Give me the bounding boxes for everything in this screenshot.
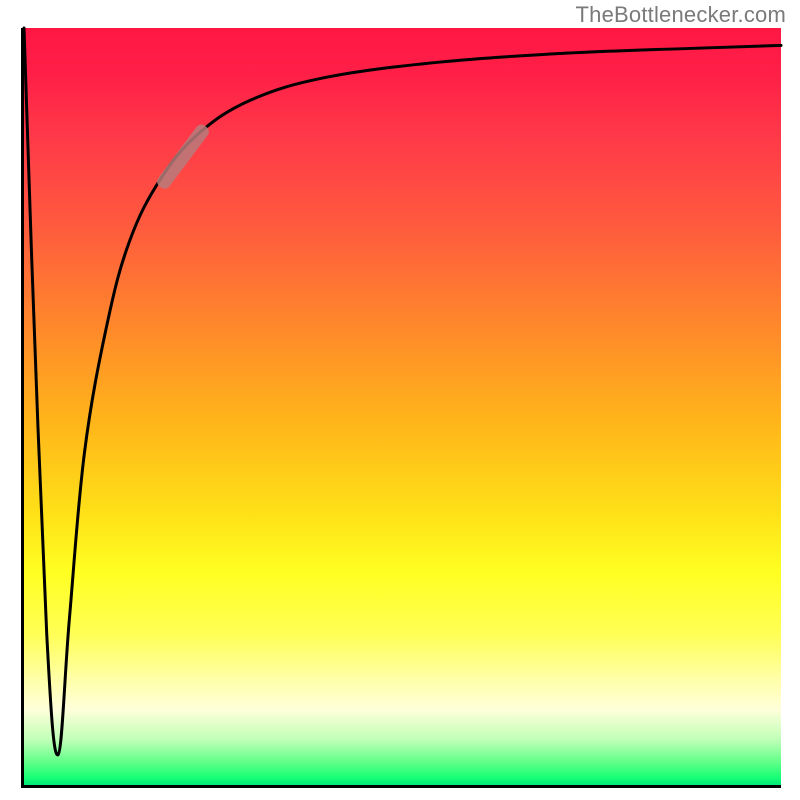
chart-plot-area [21, 28, 781, 788]
chart-marker-segment [155, 122, 212, 191]
chart-curve-svg [24, 28, 781, 785]
attribution-text: TheBottlenecker.com [576, 2, 786, 28]
chart-curve-path [24, 28, 781, 755]
